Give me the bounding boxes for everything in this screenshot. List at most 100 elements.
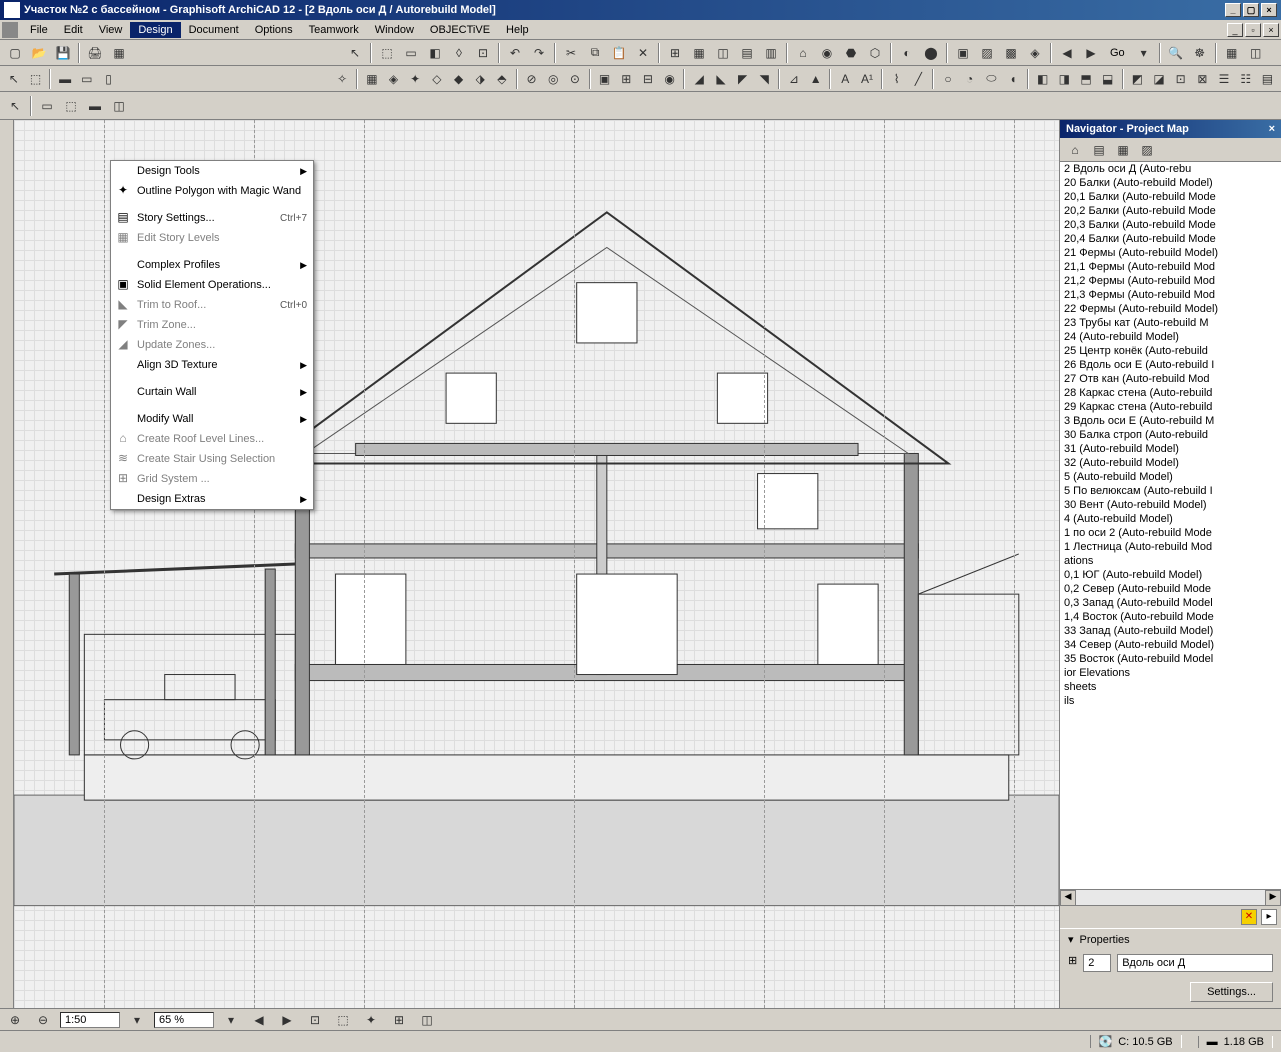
menu-options[interactable]: Options [247, 22, 301, 38]
save-icon[interactable]: 💾 [52, 42, 74, 64]
chevron-down-icon[interactable]: ▾ [126, 1009, 148, 1031]
marquee-icon[interactable]: ⬚ [376, 42, 398, 64]
tool-icon[interactable]: ◎ [543, 68, 563, 90]
menu-objective[interactable]: OBJECTiVE [422, 22, 498, 38]
tool-icon[interactable]: ⬗ [470, 68, 490, 90]
navigator-item[interactable]: 0,3 Запад (Auto-rebuild Model [1060, 596, 1281, 610]
text-icon[interactable]: A [835, 68, 855, 90]
dropdown-icon[interactable]: ▾ [1133, 42, 1155, 64]
menu-item[interactable]: Align 3D Texture▶ [111, 355, 313, 375]
back-icon[interactable]: ◀ [1056, 42, 1078, 64]
nav-icon[interactable]: ⊡ [304, 1009, 326, 1031]
maximize-button[interactable]: ▢ [1243, 3, 1259, 17]
tool-icon[interactable]: ⊟ [638, 68, 658, 90]
close-button[interactable]: × [1261, 3, 1277, 17]
navigator-close-icon[interactable]: × [1269, 123, 1275, 135]
navigator-item[interactable]: 5 (Auto-rebuild Model) [1060, 470, 1281, 484]
cut-icon[interactable]: ✂ [560, 42, 582, 64]
nav-icon[interactable]: ✦ [360, 1009, 382, 1031]
navigator-item[interactable]: 34 Север (Auto-rebuild Model) [1060, 638, 1281, 652]
tool-icon[interactable]: ▦ [1221, 42, 1243, 64]
nav-icon[interactable]: ◀ [248, 1009, 270, 1031]
scale-input[interactable]: 1:50 [60, 1012, 120, 1028]
navigator-item[interactable]: 33 Запад (Auto-rebuild Model) [1060, 624, 1281, 638]
menu-item[interactable]: Design Tools▶ [111, 161, 313, 181]
menu-item[interactable]: ✦Outline Polygon with Magic Wand [111, 181, 313, 201]
tool-icon[interactable]: ▥ [760, 42, 782, 64]
menu-document[interactable]: Document [181, 22, 247, 38]
navigator-item[interactable]: 0,1 ЮГ (Auto-rebuild Model) [1060, 568, 1281, 582]
nav-view-icon[interactable]: ▨ [1136, 139, 1158, 161]
nav-action-icon[interactable]: ✕ [1241, 909, 1257, 925]
tool-icon[interactable]: ⊠ [1193, 68, 1213, 90]
tool-icon[interactable]: ◈ [384, 68, 404, 90]
properties-name-input[interactable] [1117, 954, 1273, 972]
tool-icon[interactable]: ◐ [896, 42, 918, 64]
navigator-item[interactable]: 24 (Auto-rebuild Model) [1060, 330, 1281, 344]
menu-edit[interactable]: Edit [56, 22, 91, 38]
menu-window[interactable]: Window [367, 22, 422, 38]
nav-icon[interactable]: ⬚ [332, 1009, 354, 1031]
tool-icon[interactable]: ⬓ [1098, 68, 1118, 90]
navigator-item[interactable]: 32 (Auto-rebuild Model) [1060, 456, 1281, 470]
tool-icon[interactable]: ▤ [1258, 68, 1278, 90]
tool-icon[interactable]: ⊿ [784, 68, 804, 90]
navigator-tree[interactable]: 2 Вдоль оси Д (Auto-rebu20 Балки (Auto-r… [1060, 162, 1281, 889]
tool-icon[interactable]: ✧ [332, 68, 352, 90]
navigator-item[interactable]: 23 Трубы кат (Auto-rebuild M [1060, 316, 1281, 330]
navigator-item[interactable]: 28 Каркас стена (Auto-rebuild [1060, 386, 1281, 400]
tool-icon[interactable]: ◫ [712, 42, 734, 64]
tool-icon[interactable]: ◖ [1003, 68, 1023, 90]
tool-icon[interactable]: ◨ [1055, 68, 1075, 90]
tool-icon[interactable]: ▭ [36, 95, 58, 117]
tool-icon[interactable]: ▭ [400, 42, 422, 64]
nav-view-icon[interactable]: ▤ [1088, 139, 1110, 161]
navigator-item[interactable]: 5 По велюксам (Auto-rebuild I [1060, 484, 1281, 498]
menu-help[interactable]: Help [498, 22, 537, 38]
tool-icon[interactable]: ⌂ [792, 42, 814, 64]
menu-design[interactable]: Design [130, 22, 180, 38]
undo-icon[interactable]: ↶ [504, 42, 526, 64]
navigator-item[interactable]: 30 Вент (Auto-rebuild Model) [1060, 498, 1281, 512]
mdi-restore-button[interactable]: ▫ [1245, 23, 1261, 37]
tool-icon[interactable]: ◔ [960, 68, 980, 90]
navigator-item[interactable]: 30 Балка строп (Auto-rebuild [1060, 428, 1281, 442]
navigator-item[interactable]: 0,2 Север (Auto-rebuild Mode [1060, 582, 1281, 596]
tool-icon[interactable]: ◊ [448, 42, 470, 64]
zoom-tool-icon[interactable]: ⊕ [4, 1009, 26, 1031]
tool-icon[interactable]: ◤ [733, 68, 753, 90]
scroll-left-icon[interactable]: ◀ [1060, 890, 1076, 906]
tool-icon[interactable]: ◫ [108, 95, 130, 117]
navigator-item[interactable]: 1,4 Восток (Auto-rebuild Mode [1060, 610, 1281, 624]
circle-icon[interactable]: ○ [938, 68, 958, 90]
tool-icon[interactable]: ⌇ [887, 68, 907, 90]
properties-header[interactable]: ▾ Properties [1060, 928, 1281, 950]
nav-icon[interactable]: ⊞ [388, 1009, 410, 1031]
tool-icon[interactable]: ⊞ [664, 42, 686, 64]
nav-view-icon[interactable]: ⌂ [1064, 139, 1086, 161]
tool-icon[interactable]: ◥ [754, 68, 774, 90]
navigator-item[interactable]: 2 Вдоль оси Д (Auto-rebu [1060, 162, 1281, 176]
redo-icon[interactable]: ↷ [528, 42, 550, 64]
tool-icon[interactable]: ⊞ [616, 68, 636, 90]
plot-icon[interactable]: ▦ [108, 42, 130, 64]
tool-icon[interactable]: ☰ [1214, 68, 1234, 90]
nav-action-icon[interactable]: ▸ [1261, 909, 1277, 925]
scroll-right-icon[interactable]: ▶ [1265, 890, 1281, 906]
tool-icon[interactable]: ▦ [688, 42, 710, 64]
menu-item[interactable]: ▤Story Settings...Ctrl+7 [111, 208, 313, 228]
tool-icon[interactable]: ◇ [427, 68, 447, 90]
navigator-item[interactable]: 25 Центр конёк (Auto-rebuild [1060, 344, 1281, 358]
navigator-item[interactable]: 21,1 Фермы (Auto-rebuild Mod [1060, 260, 1281, 274]
navigator-item[interactable]: 20,1 Балки (Auto-rebuild Mode [1060, 190, 1281, 204]
wall-icon[interactable]: ▬ [55, 68, 75, 90]
menu-item[interactable]: Modify Wall▶ [111, 409, 313, 429]
navigator-item[interactable]: ations [1060, 554, 1281, 568]
navigator-item[interactable]: 1 Лестница (Auto-rebuild Mod [1060, 540, 1281, 554]
navigator-item[interactable]: ior Elevations [1060, 666, 1281, 680]
tool-icon[interactable]: ⊡ [472, 42, 494, 64]
navigator-item[interactable]: 35 Восток (Auto-rebuild Model [1060, 652, 1281, 666]
settings-button[interactable]: Settings... [1190, 982, 1273, 1002]
zoom-percent-input[interactable]: 65 % [154, 1012, 214, 1028]
marquee-icon[interactable]: ⬚ [26, 68, 46, 90]
